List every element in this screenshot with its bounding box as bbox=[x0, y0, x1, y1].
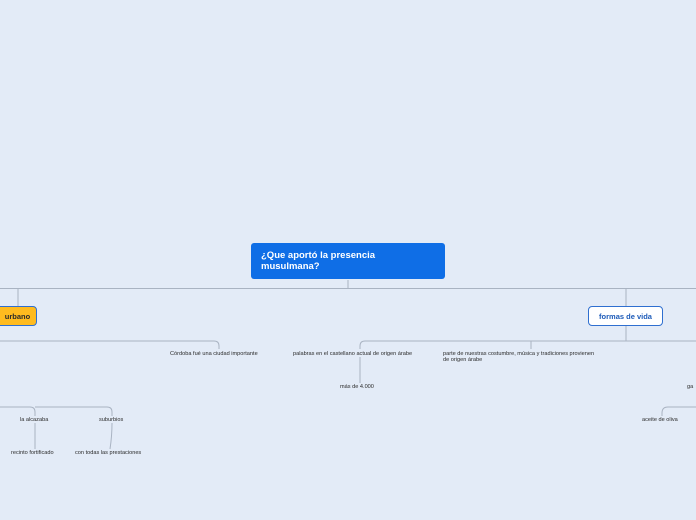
subtopic-mas-de-4000[interactable]: más de 4.000 bbox=[340, 384, 374, 390]
subtopic-recinto-fortificado[interactable]: recinto fortificado bbox=[11, 450, 54, 456]
central-topic-label: ¿Que aportó la presencia musulmana? bbox=[261, 250, 376, 272]
subtopic-costumbres[interactable]: parte de nuestras costumbre, música y tr… bbox=[443, 351, 594, 363]
subtopic-suburbios[interactable]: suburbios bbox=[99, 417, 123, 423]
subtopic-costumbres-line-2: de origen árabe bbox=[443, 357, 483, 363]
alcazaba-bus bbox=[0, 406, 36, 416]
suburbios-bus bbox=[35, 406, 113, 416]
central-topic[interactable]: ¿Que aportó la presencia musulmana? bbox=[251, 243, 445, 279]
subtopic-alcazaba[interactable]: la alcazaba bbox=[20, 417, 48, 423]
aceite-bus bbox=[661, 406, 696, 416]
urbano-child-bus bbox=[0, 340, 220, 349]
mind-map-canvas: ¿Que aportó la presencia musulmana? urba… bbox=[0, 0, 696, 520]
suburbios-child bbox=[109, 422, 113, 450]
main-topic-urbano-label: urbano bbox=[4, 311, 31, 321]
main-topic-formas-de-vida-label: formas de vida bbox=[599, 311, 652, 321]
subtopic-aceite-de-oliva[interactable]: aceite de oliva bbox=[642, 417, 678, 423]
main-topic-formas-de-vida[interactable]: formas de vida bbox=[588, 306, 663, 326]
subtopic-prestaciones[interactable]: con todas las prestaciones bbox=[75, 450, 141, 456]
subtopic-cordoba[interactable]: Córdoba fué una ciudad importante bbox=[170, 351, 258, 357]
main-topic-urbano[interactable]: urbano bbox=[0, 306, 37, 326]
palabras-stub bbox=[359, 340, 366, 349]
subtopic-palabras[interactable]: palabras en el castellano actual de orig… bbox=[293, 351, 412, 357]
subtopic-ga[interactable]: ga bbox=[687, 384, 693, 390]
